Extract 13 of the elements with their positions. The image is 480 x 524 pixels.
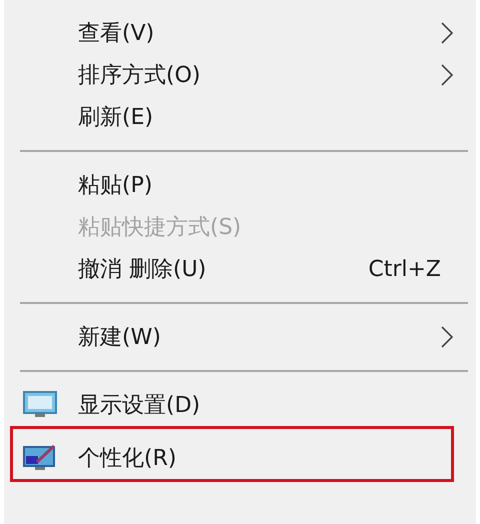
chevron-right-icon — [441, 22, 453, 44]
menu-item[interactable]: 排序方式(O) — [4, 54, 468, 96]
menu-item[interactable]: 新建(W) — [4, 316, 468, 358]
menu-item[interactable]: 个性化(R) — [10, 426, 454, 482]
menu-item[interactable]: 刷新(E) — [4, 96, 468, 138]
menu-item[interactable]: 粘贴(P) — [4, 164, 468, 206]
chevron-right-icon — [441, 326, 453, 348]
menu-item[interactable]: 显示设置(D) — [4, 384, 468, 426]
chevron-right-icon — [441, 64, 453, 86]
menu-item[interactable]: 查看(V) — [4, 12, 468, 54]
menu-item[interactable]: 撤消 删除(U) Ctrl+Z — [4, 248, 468, 290]
monitor-brush-icon — [23, 444, 57, 472]
monitor-icon — [23, 391, 57, 419]
